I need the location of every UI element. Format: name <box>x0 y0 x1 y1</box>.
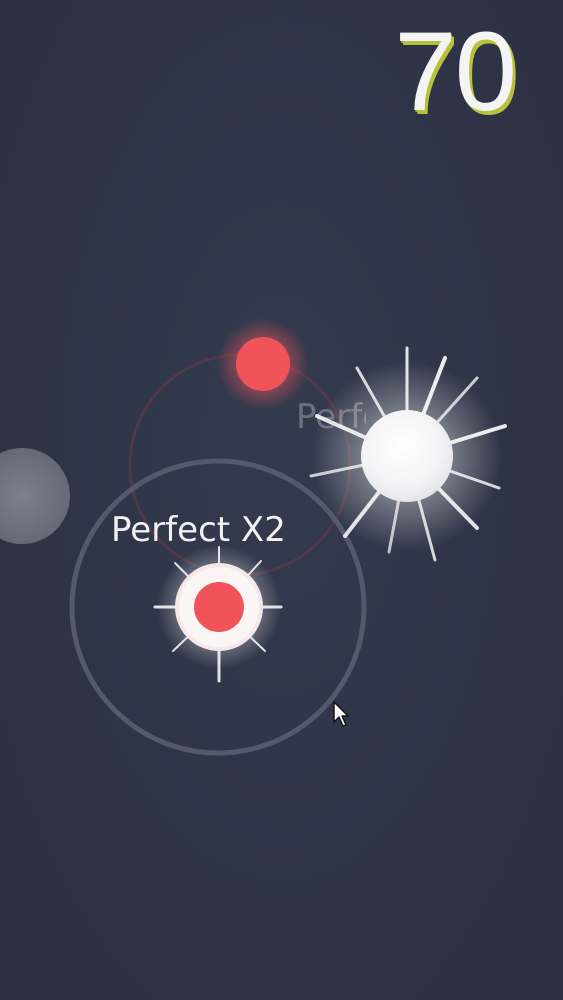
hit-burst <box>153 545 283 683</box>
game-stage[interactable]: Perfect Perfect X2 70 <box>0 0 563 1000</box>
fading-perfect-label: Perfect <box>296 397 366 437</box>
red-ball-core <box>194 582 244 632</box>
score-counter: 70 <box>394 9 517 134</box>
red-ball <box>236 337 290 391</box>
grey-ball <box>0 448 70 544</box>
perfect-combo-label: Perfect X2 <box>111 510 286 550</box>
mouse-pointer-icon <box>333 701 349 727</box>
play-field[interactable] <box>0 0 563 1000</box>
